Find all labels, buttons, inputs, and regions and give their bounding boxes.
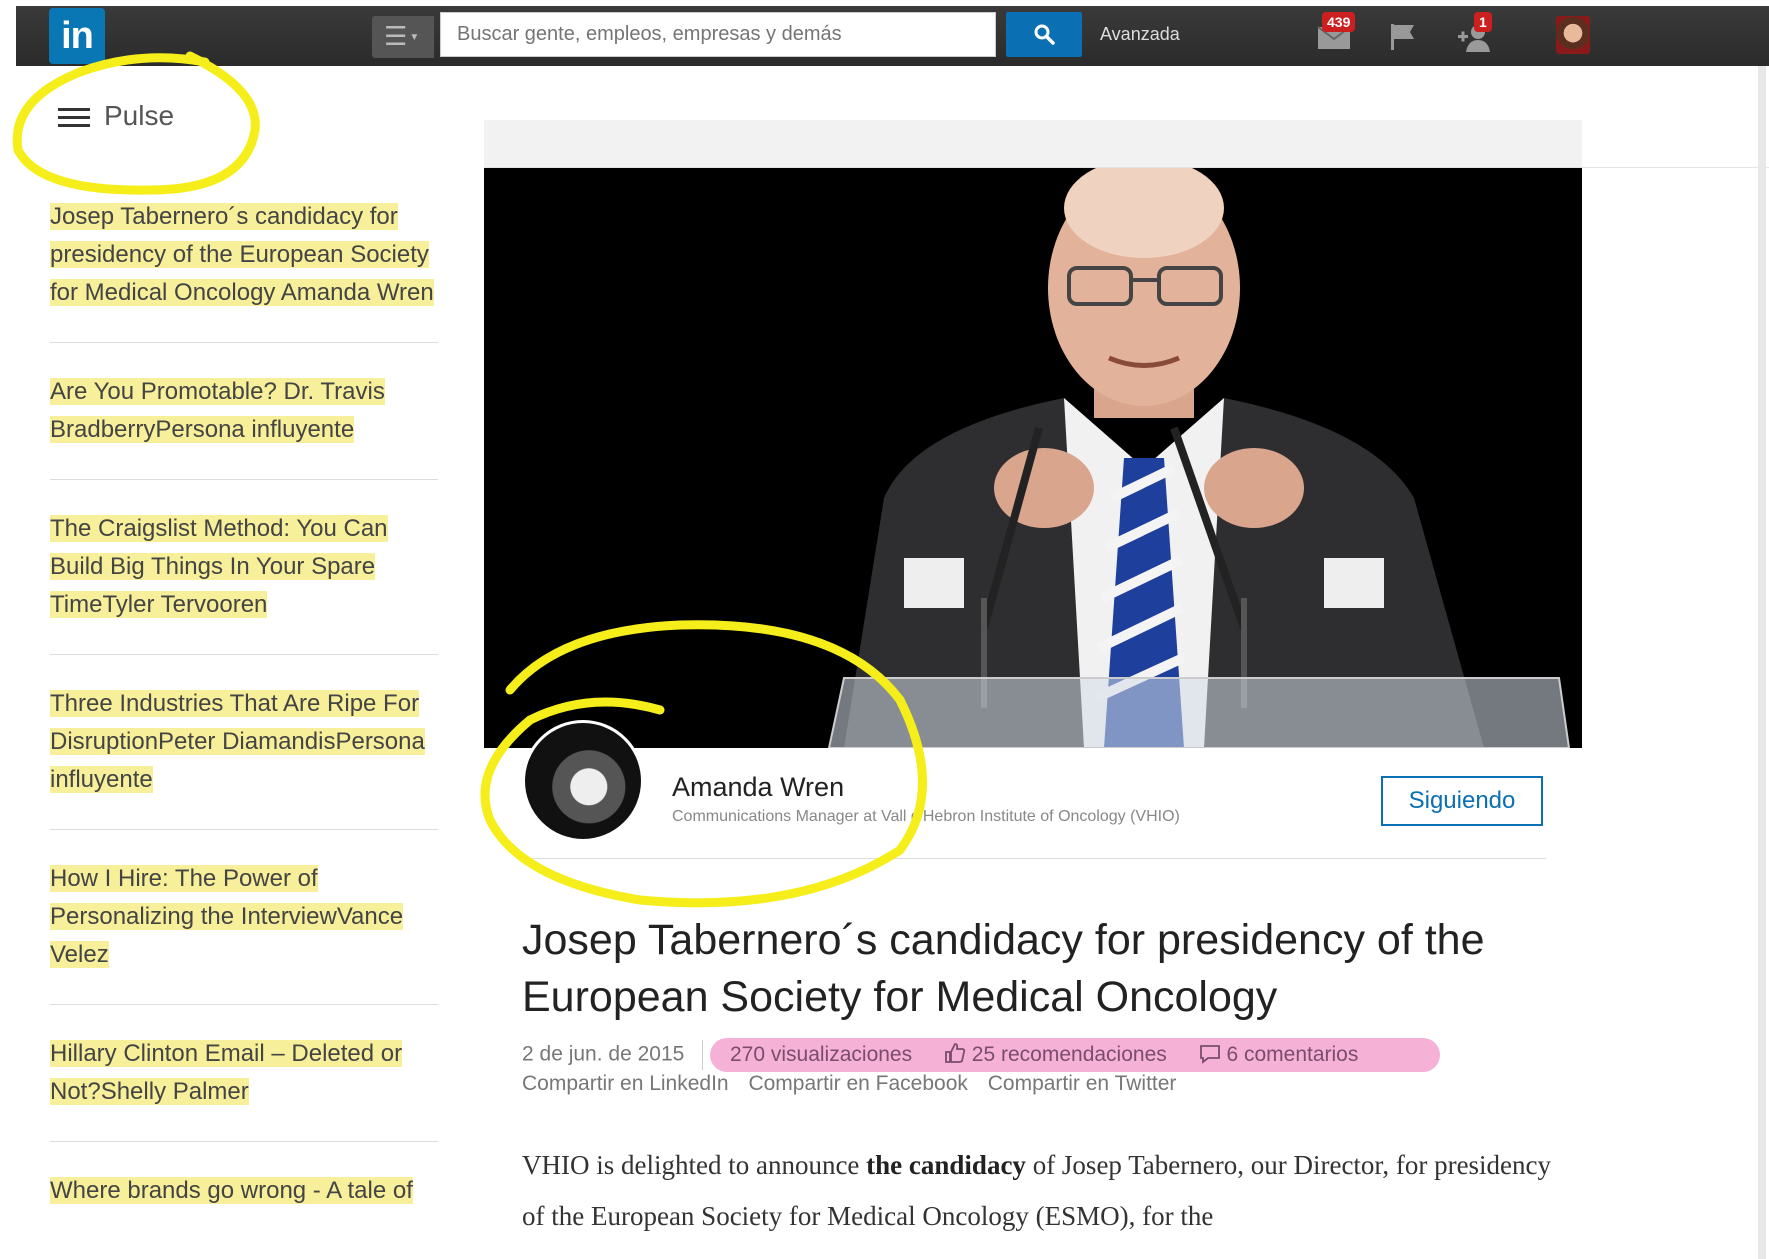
publish-date: 2 de jun. de 2015	[522, 1042, 685, 1066]
share-twitter-link[interactable]: Compartir en Twitter	[988, 1072, 1177, 1095]
article-link[interactable]: Hillary Clinton Email – Deleted or Not?S…	[50, 1040, 403, 1105]
list-item[interactable]: Are You Promotable? Dr. Travis Bradberry…	[50, 373, 438, 480]
list-item[interactable]: The Craigslist Method: You Can Build Big…	[50, 510, 438, 655]
article-link[interactable]: The Craigslist Method: You Can Build Big…	[50, 515, 388, 618]
pulse-menu[interactable]: Pulse	[58, 100, 174, 132]
list-item[interactable]: Josep Tabernero´s candidacy for presiden…	[50, 198, 438, 343]
advanced-search-link[interactable]: Avanzada	[1100, 24, 1180, 45]
author-headline: Communications Manager at Vall d'Hebron …	[672, 808, 1180, 825]
search-button[interactable]	[1006, 12, 1082, 57]
article-hero-image	[484, 168, 1582, 748]
meta-separator	[702, 1040, 704, 1070]
speaker-illustration	[827, 168, 1571, 748]
flag-icon	[1391, 24, 1414, 50]
article-link[interactable]: Three Industries That Are Ripe For Disru…	[50, 690, 425, 793]
author-avatar[interactable]	[522, 720, 644, 842]
share-linkedin-link[interactable]: Compartir en LinkedIn	[522, 1072, 729, 1095]
header-band	[484, 120, 1582, 168]
views-count[interactable]: 270 visualizaciones	[730, 1043, 912, 1066]
messages-badge: 439	[1322, 12, 1356, 32]
notifications-button[interactable]	[1380, 14, 1424, 58]
list-item[interactable]: Three Industries That Are Ripe For Disru…	[50, 685, 438, 830]
search-input[interactable]	[440, 12, 996, 57]
hamburger-icon	[58, 103, 90, 132]
chevron-down-icon: ▼	[409, 32, 420, 44]
comments-count[interactable]: 6 comentarios	[1226, 1043, 1358, 1066]
article-stats: 270 visualizaciones 25 recomendaciones 6…	[730, 1042, 1358, 1067]
invitations-badge: 1	[1474, 12, 1492, 32]
page-scrollbar[interactable]	[1758, 66, 1766, 1259]
list-item[interactable]: Hillary Clinton Email – Deleted or Not?S…	[50, 1035, 438, 1142]
linkedin-logo[interactable]: in	[49, 8, 105, 64]
list-item[interactable]: How I Hire: The Power of Personalizing t…	[50, 860, 438, 1005]
invitations-button[interactable]: 1	[1452, 12, 1496, 58]
author-name[interactable]: Amanda Wren	[672, 772, 844, 803]
messages-button[interactable]: 439	[1312, 12, 1356, 58]
article-link[interactable]: Josep Tabernero´s candidacy for presiden…	[50, 203, 434, 306]
menu-dropdown-button[interactable]: ☰ ▼	[372, 16, 434, 58]
likes-count[interactable]: 25 recomendaciones	[972, 1043, 1167, 1066]
comment-icon	[1199, 1043, 1227, 1066]
share-links: Compartir en LinkedIn Compartir en Faceb…	[522, 1072, 1190, 1096]
following-button[interactable]: Siguiendo	[1381, 776, 1543, 826]
body-bold-text: the candidacy	[866, 1150, 1026, 1180]
pulse-title: Pulse	[104, 100, 175, 131]
article-meta: 2 de jun. de 2015	[522, 1040, 721, 1070]
thumbs-up-icon	[944, 1043, 972, 1066]
article-title: Josep Tabernero´s candidacy for presiden…	[522, 916, 1485, 1021]
top-navigation-bar: in ☰▼ Avanzada 439 1	[16, 6, 1769, 66]
author-card: Amanda Wren Communications Manager at Va…	[522, 718, 1546, 858]
author-divider	[522, 858, 1546, 859]
profile-avatar[interactable]	[1556, 16, 1590, 54]
body-text-1: VHIO is delighted to announce	[522, 1150, 867, 1180]
share-facebook-link[interactable]: Compartir en Facebook	[748, 1072, 967, 1095]
article-link[interactable]: Are You Promotable? Dr. Travis Bradberry…	[50, 378, 385, 443]
article-body: VHIO is delighted to announce the candid…	[522, 1140, 1552, 1242]
search-icon	[1034, 24, 1055, 45]
related-articles-sidebar: Josep Tabernero´s candidacy for presiden…	[50, 198, 450, 1259]
article-link[interactable]: Where brands go wrong - A tale of	[50, 1177, 413, 1204]
article-link[interactable]: How I Hire: The Power of Personalizing t…	[50, 865, 404, 968]
list-item[interactable]: Where brands go wrong - A tale of	[50, 1172, 438, 1240]
